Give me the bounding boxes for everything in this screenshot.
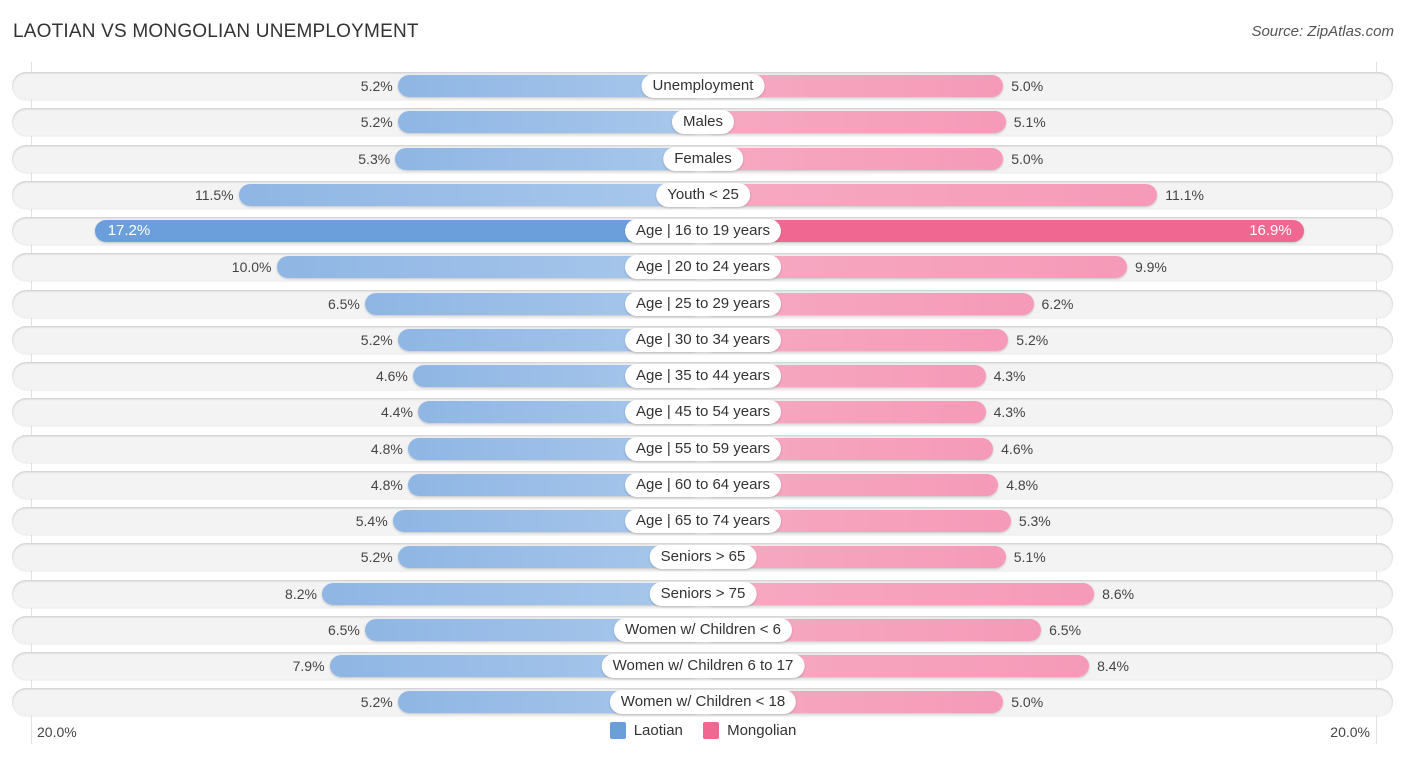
category-label: Women w/ Children < 6 bbox=[613, 618, 793, 642]
value-label-laotian: 4.6% bbox=[375, 368, 408, 384]
category-label: Seniors > 65 bbox=[649, 545, 757, 569]
value-label-mongolian: 9.9% bbox=[1134, 259, 1167, 275]
category-label: Unemployment bbox=[641, 74, 765, 98]
value-label-mongolian: 6.5% bbox=[1049, 622, 1082, 638]
value-label-mongolian: 8.4% bbox=[1097, 658, 1130, 674]
value-label-mongolian: 6.2% bbox=[1041, 296, 1074, 312]
bar-laotian[interactable] bbox=[321, 583, 703, 605]
value-label-laotian: 5.2% bbox=[360, 549, 393, 565]
bar-mongolian[interactable] bbox=[703, 184, 1158, 206]
category-label: Age | 65 to 74 years bbox=[625, 509, 781, 533]
value-label-laotian: 17.2% bbox=[107, 222, 151, 239]
bar-mongolian[interactable] bbox=[703, 583, 1095, 605]
value-label-mongolian: 5.1% bbox=[1013, 114, 1046, 130]
value-label-mongolian: 5.0% bbox=[1011, 694, 1044, 710]
category-label: Age | 20 to 24 years bbox=[625, 255, 781, 279]
value-label-mongolian: 4.3% bbox=[993, 404, 1026, 420]
value-label-mongolian: 5.2% bbox=[1016, 332, 1049, 348]
legend: Laotian Mongolian bbox=[0, 722, 1406, 743]
bar-laotian[interactable] bbox=[238, 184, 703, 206]
value-label-laotian: 5.4% bbox=[355, 513, 388, 529]
value-label-laotian: 8.2% bbox=[285, 586, 317, 602]
category-label: Age | 55 to 59 years bbox=[625, 437, 781, 461]
value-label-laotian: 4.8% bbox=[370, 441, 403, 457]
legend-label-mongolian: Mongolian bbox=[727, 722, 797, 739]
value-label-laotian: 5.3% bbox=[358, 151, 391, 167]
value-label-mongolian: 8.6% bbox=[1102, 586, 1135, 602]
value-label-mongolian: 11.1% bbox=[1165, 187, 1204, 203]
chart-title: LAOTIAN VS MONGOLIAN UNEMPLOYMENT bbox=[13, 21, 419, 42]
category-label: Age | 35 to 44 years bbox=[625, 364, 781, 388]
value-label-mongolian: 16.9% bbox=[1249, 222, 1292, 239]
value-label-laotian: 11.5% bbox=[194, 187, 234, 203]
category-label: Age | 60 to 64 years bbox=[625, 473, 781, 497]
value-label-laotian: 7.9% bbox=[292, 658, 325, 674]
legend-swatch-laotian bbox=[609, 722, 626, 739]
legend-swatch-mongolian bbox=[703, 722, 720, 739]
category-label: Males bbox=[671, 110, 735, 134]
category-label: Youth < 25 bbox=[656, 183, 750, 207]
category-label: Age | 45 to 54 years bbox=[625, 400, 781, 424]
bar-mongolian[interactable] bbox=[703, 111, 1006, 133]
category-label: Age | 30 to 34 years bbox=[625, 328, 781, 352]
legend-item-mongolian[interactable]: Mongolian bbox=[703, 722, 796, 739]
value-label-mongolian: 5.3% bbox=[1018, 513, 1051, 529]
value-label-mongolian: 5.0% bbox=[1011, 151, 1044, 167]
category-label: Females bbox=[663, 147, 743, 171]
value-label-laotian: 5.2% bbox=[360, 694, 393, 710]
value-label-laotian: 5.2% bbox=[360, 78, 393, 94]
legend-item-laotian[interactable]: Laotian bbox=[609, 722, 683, 739]
value-label-mongolian: 4.6% bbox=[1001, 441, 1034, 457]
value-label-laotian: 4.8% bbox=[370, 477, 403, 493]
value-label-laotian: 5.2% bbox=[360, 114, 393, 130]
value-label-laotian: 6.5% bbox=[327, 622, 360, 638]
value-label-mongolian: 4.3% bbox=[993, 368, 1026, 384]
bar-laotian[interactable] bbox=[395, 148, 703, 170]
value-label-mongolian: 4.8% bbox=[1006, 477, 1039, 493]
value-label-mongolian: 5.0% bbox=[1011, 78, 1044, 94]
source-label: Source: ZipAtlas.com bbox=[1251, 23, 1394, 40]
bar-laotian[interactable] bbox=[94, 220, 703, 242]
category-label: Age | 16 to 19 years bbox=[625, 219, 781, 243]
bar-laotian[interactable] bbox=[397, 111, 703, 133]
category-label: Women w/ Children < 18 bbox=[609, 690, 797, 714]
category-label: Seniors > 75 bbox=[649, 582, 757, 606]
value-label-laotian: 10.0% bbox=[231, 259, 272, 275]
bar-mongolian[interactable] bbox=[703, 148, 1004, 170]
value-label-mongolian: 5.1% bbox=[1013, 549, 1046, 565]
bar-mongolian[interactable] bbox=[703, 220, 1304, 242]
value-label-laotian: 6.5% bbox=[327, 296, 360, 312]
value-label-laotian: 4.4% bbox=[380, 404, 413, 420]
legend-label-laotian: Laotian bbox=[633, 722, 683, 739]
category-label: Women w/ Children 6 to 17 bbox=[601, 654, 805, 678]
value-label-laotian: 5.2% bbox=[360, 332, 393, 348]
category-label: Age | 25 to 29 years bbox=[625, 292, 781, 316]
